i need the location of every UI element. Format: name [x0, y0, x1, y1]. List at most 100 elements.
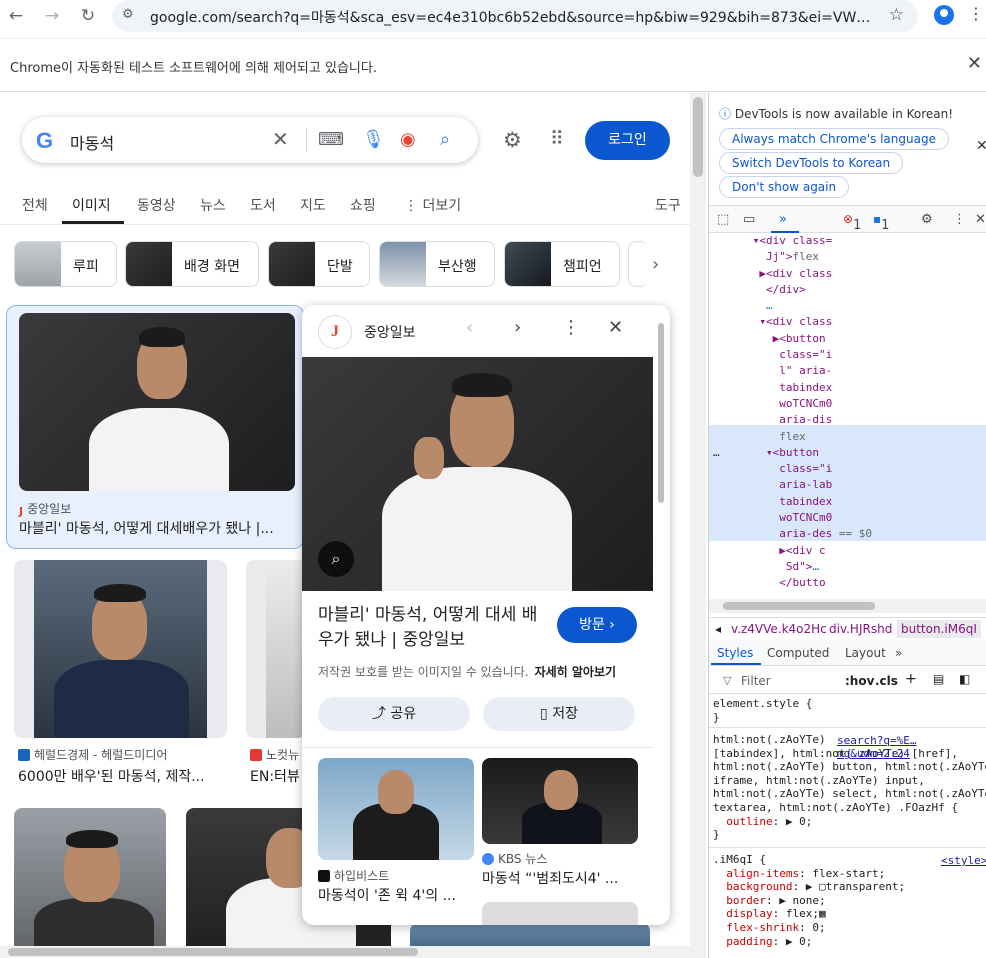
- chevron-right-icon[interactable]: ›: [652, 254, 659, 275]
- chip-wallpaper[interactable]: 배경 화면: [125, 241, 259, 287]
- device-toolbar-icon[interactable]: ▭: [743, 212, 755, 227]
- panel-title[interactable]: 마블리' 마동석, 어떻게 대세 배우가 됐나 | 중앙일보: [318, 603, 548, 653]
- rule-element-style[interactable]: element.style { }: [713, 697, 812, 724]
- forward-arrow-icon[interactable]: →: [40, 4, 64, 28]
- add-rule-icon[interactable]: +: [905, 671, 917, 687]
- learn-more-link[interactable]: 자세히 알아보기: [535, 665, 616, 679]
- scrollbar-thumb[interactable]: [723, 602, 875, 610]
- result-image[interactable]: [246, 560, 306, 738]
- message-count[interactable]: ▪ 1: [873, 212, 889, 233]
- more-options-icon[interactable]: ⋮: [562, 317, 580, 338]
- panel-scrollbar[interactable]: [654, 315, 668, 915]
- more-tabs-icon[interactable]: »: [779, 212, 787, 227]
- back-arrow-icon[interactable]: ←: [4, 4, 28, 28]
- search-icon[interactable]: ⌕: [440, 129, 450, 150]
- error-count[interactable]: ⊗ 1: [843, 212, 861, 233]
- tab-computed[interactable]: Computed: [767, 646, 829, 660]
- tab-shopping[interactable]: 쇼핑: [350, 195, 376, 215]
- chevron-right-icon[interactable]: ›: [514, 317, 521, 338]
- result-image[interactable]: [19, 313, 295, 491]
- chip-champion[interactable]: 챔피언: [504, 241, 620, 287]
- close-icon[interactable]: ✕: [967, 53, 982, 74]
- selected-result-card[interactable]: J 중앙일보 마블리' 마동석, 어떻게 대세배우가 됐나 |...: [6, 305, 304, 549]
- close-icon[interactable]: ✕: [608, 317, 623, 338]
- breadcrumb-item[interactable]: v.z4VVe.k4o2Hc: [731, 622, 827, 636]
- inspect-element-icon[interactable]: ⬚: [717, 212, 729, 227]
- keyboard-icon[interactable]: ⌨: [318, 129, 344, 150]
- reload-icon[interactable]: ↻: [76, 4, 100, 28]
- lens-search-icon[interactable]: ⌕: [318, 541, 354, 577]
- paint-icon[interactable]: ▤: [933, 672, 944, 686]
- breadcrumb-item[interactable]: div.HJRshd: [829, 622, 892, 636]
- breadcrumb-item-active[interactable]: button.iM6qI: [897, 620, 981, 638]
- page-vertical-scrollbar[interactable]: [690, 93, 706, 946]
- site-info-icon[interactable]: ⚙: [122, 7, 134, 22]
- related-title[interactable]: 마동석이 '존 윅 4'의 ...: [318, 885, 468, 905]
- microphone-icon[interactable]: 🎙: [362, 129, 385, 150]
- tab-maps[interactable]: 지도: [300, 195, 326, 215]
- settings-gear-icon[interactable]: ⚙: [503, 128, 522, 152]
- tab-more[interactable]: ⋮ 더보기: [404, 195, 461, 215]
- tab-books[interactable]: 도서: [250, 195, 276, 215]
- bookmark-star-icon[interactable]: ☆: [889, 5, 904, 25]
- tab-styles[interactable]: Styles: [717, 646, 753, 660]
- switch-korean-button[interactable]: Switch DevTools to Korean: [719, 152, 904, 174]
- google-apps-icon[interactable]: ⠿: [550, 128, 564, 150]
- result-image[interactable]: [14, 808, 166, 958]
- tab-layout[interactable]: Layout: [845, 646, 886, 660]
- chip-luffy[interactable]: 루피: [14, 241, 117, 287]
- more-options-icon[interactable]: ⋮: [953, 212, 966, 227]
- elements-tree[interactable]: ▾<div class= Jj">flex ▶<div class </div>…: [713, 233, 872, 592]
- rule-source-link[interactable]: <style>: [941, 854, 986, 867]
- chip-train-to-busan[interactable]: 부산행: [379, 241, 495, 287]
- panel-hero-image[interactable]: [302, 357, 653, 591]
- close-icon[interactable]: ✕: [975, 212, 986, 227]
- page-horizontal-scrollbar[interactable]: [0, 946, 706, 958]
- scrollbar-thumb[interactable]: [8, 948, 418, 956]
- related-image[interactable]: [318, 758, 474, 860]
- related-image[interactable]: [482, 758, 638, 844]
- result-title[interactable]: 6000만 배우'된 마동석, 제작...: [18, 766, 218, 786]
- related-image[interactable]: [482, 902, 638, 925]
- dont-show-again-button[interactable]: Don't show again: [719, 176, 850, 198]
- sidebar-toggle-icon[interactable]: ◧: [959, 672, 970, 686]
- match-language-button[interactable]: Always match Chrome's language: [719, 128, 949, 150]
- rule-source-link[interactable]: search?q=%E…mg&udm=2:24: [837, 734, 986, 760]
- chip-partial[interactable]: [628, 241, 648, 287]
- tab-videos[interactable]: 동영상: [137, 195, 176, 215]
- clear-icon[interactable]: ✕: [272, 127, 289, 151]
- tab-all[interactable]: 전체: [22, 195, 48, 215]
- lens-camera-icon[interactable]: ◉: [400, 129, 416, 150]
- address-bar[interactable]: ⚙ google.com/search?q=마동석&sca_esv=ec4e31…: [112, 0, 918, 32]
- visit-button[interactable]: 방문 ›: [557, 607, 637, 643]
- scrollbar-thumb[interactable]: [658, 323, 664, 503]
- panel-source[interactable]: 중앙일보: [364, 322, 416, 342]
- settings-gear-icon[interactable]: ⚙: [921, 212, 933, 227]
- profile-avatar-icon[interactable]: [934, 5, 954, 25]
- related-title[interactable]: 마동석 “'범죄도시4' ...: [482, 868, 632, 888]
- result-image[interactable]: [14, 560, 227, 738]
- save-button[interactable]: ▯ 저장: [483, 697, 635, 731]
- elements-scrollbar[interactable]: [709, 599, 986, 613]
- share-button[interactable]: ⤴ 공유: [318, 697, 470, 731]
- filter-input[interactable]: Filter: [741, 674, 771, 688]
- tab-tools[interactable]: 도구: [655, 195, 681, 215]
- class-toggle[interactable]: .cls: [875, 674, 898, 688]
- chip-short-hair[interactable]: 단발: [268, 241, 370, 287]
- search-box[interactable]: G 마동석 ✕ ⌨ 🎙 ◉ ⌕: [22, 117, 478, 163]
- tab-news[interactable]: 뉴스: [200, 195, 226, 215]
- rule-im6qi[interactable]: .iM6qI { align-items: flex-start; backgr…: [713, 853, 905, 948]
- tab-images[interactable]: 이미지: [72, 195, 111, 215]
- search-input[interactable]: 마동석: [70, 130, 114, 154]
- chrome-menu-icon[interactable]: ⋮: [968, 4, 984, 23]
- login-button[interactable]: 로그인: [585, 121, 670, 160]
- scrollbar-thumb[interactable]: [693, 97, 703, 177]
- result-title[interactable]: 마블리' 마동석, 어떻게 대세배우가 됐나 |...: [19, 518, 297, 538]
- result-title[interactable]: EN:터뷰: [250, 766, 302, 786]
- chevron-left-icon[interactable]: ‹: [466, 317, 473, 338]
- chevron-left-icon[interactable]: ◂: [715, 622, 721, 636]
- more-tabs-icon[interactable]: »: [895, 646, 902, 660]
- url-text[interactable]: google.com/search?q=마동석&sca_esv=ec4e310b…: [150, 7, 872, 27]
- close-icon[interactable]: ✕: [976, 138, 986, 154]
- hover-state-toggle[interactable]: :hov: [845, 674, 874, 688]
